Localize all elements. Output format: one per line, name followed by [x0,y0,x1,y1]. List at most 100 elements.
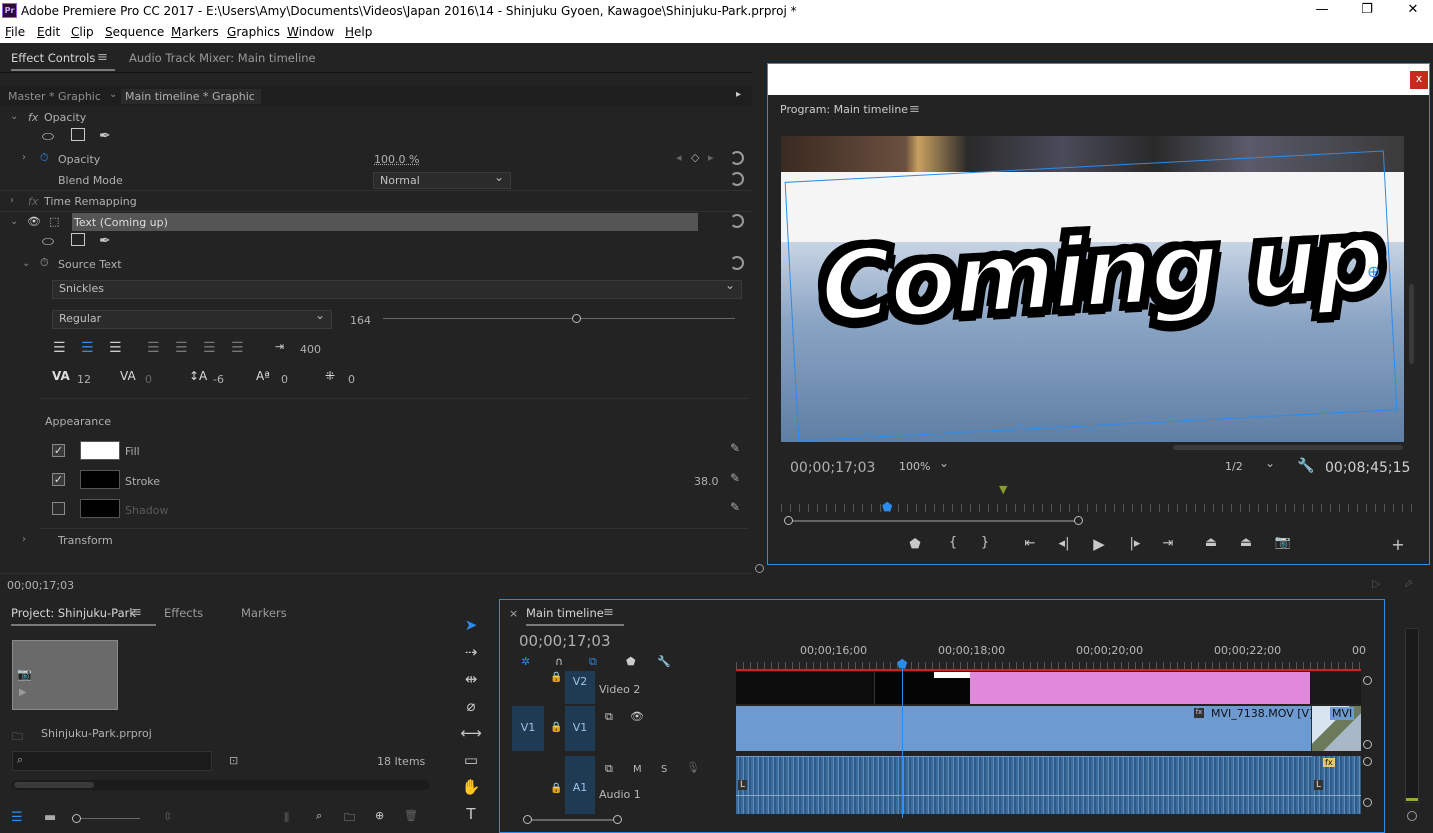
pen-tool-icon[interactable]: ▭ [459,751,483,773]
justify-all-icon[interactable]: ☰ [231,340,244,356]
fill-color-swatch[interactable] [80,441,120,460]
find-icon[interactable]: ⌕ [316,809,322,823]
menu-window[interactable]: Window [287,25,334,39]
zoom-dropdown[interactable]: 100% [892,456,956,475]
panel-menu-icon[interactable]: ≡ [97,50,108,65]
align-right-icon[interactable]: ☰ [109,340,122,356]
thumbnail-size-slider[interactable] [72,818,140,819]
slip-tool-icon[interactable]: ⟷ [459,724,483,746]
toggle-sync-lock-icon[interactable]: ⧉ [605,710,613,724]
leading-value[interactable]: -6 [213,373,224,386]
timeline-zoom-right[interactable] [613,815,622,824]
selection-tool-icon[interactable]: ➤ [459,616,483,638]
reset-source-text-icon[interactable] [730,256,744,270]
mark-out-button[interactable]: } [975,535,995,550]
font-family-dropdown[interactable]: Snickles [52,278,742,299]
font-size-value[interactable]: 164 [350,314,371,327]
tab-markers[interactable]: Markers [241,606,287,620]
menu-help[interactable]: Help [345,25,372,39]
shadow-color-swatch[interactable] [80,499,120,518]
track-height-handle[interactable] [1363,757,1372,766]
toggle-track-output-icon[interactable]: 👁 [630,710,644,723]
zoom-bar[interactable] [787,520,1079,522]
ellipse-mask-icon[interactable]: ⬭ [42,234,54,250]
collapse-text-layer-icon[interactable]: ⌄ [10,216,18,227]
type-tool-icon[interactable]: T [459,805,483,827]
nest-icon[interactable]: ✲ [521,655,530,668]
add-keyframe-icon[interactable]: ◇ [691,151,699,164]
linked-selection-icon[interactable]: ⧉ [589,655,597,669]
floating-title-bar[interactable] [768,64,1429,95]
program-timecode[interactable]: 00;00;17;03 [790,460,875,476]
track-height-handle[interactable] [1363,676,1372,685]
next-keyframe-icon[interactable]: ▸ [708,151,714,164]
blend-mode-dropdown[interactable]: Normal [373,170,511,189]
zoom-bar-right-handle[interactable] [1074,516,1083,525]
tsume-value[interactable]: 0 [348,373,355,386]
sync-lock-icon[interactable]: ⧉ [605,762,613,776]
settings-wrench-icon[interactable]: 🔧 [1297,458,1314,474]
add-marker-icon[interactable]: ⬟ [626,655,636,668]
expand-opacity-icon[interactable]: › [22,152,26,163]
zoom-bar-left-handle[interactable] [784,516,793,525]
justify-right-icon[interactable]: ☰ [203,340,216,356]
tab-effect-controls[interactable]: Effect Controls [11,51,116,71]
track-height-handle[interactable] [1363,740,1372,749]
thumbnail-size-thumb[interactable] [72,814,81,823]
resolution-dropdown[interactable]: 1/2 [1218,456,1282,475]
track-height-handle[interactable] [1363,798,1372,807]
razor-tool-icon[interactable]: ⌀ [459,697,483,719]
close-floating-button[interactable]: x [1410,71,1428,89]
meter-solo-icon[interactable] [1407,811,1417,821]
stroke-eyedropper-icon[interactable]: ✎ [730,471,744,485]
source-dropdown-icon[interactable]: ⌄ [109,89,117,100]
shadow-eyedropper-icon[interactable]: ✎ [730,500,744,514]
hand-tool-icon[interactable]: ✋ [459,778,483,800]
step-back-button[interactable]: ◂| [1054,536,1074,551]
menu-edit[interactable]: Edit [37,25,60,39]
source-master-label[interactable]: Master * Graphic [8,90,101,103]
v1-target[interactable]: V1 [565,706,595,751]
font-size-slider-track[interactable] [383,318,735,319]
add-marker-button[interactable]: ⬟ [905,537,925,552]
icon-view-icon[interactable]: ▬ [44,810,56,825]
fill-checkbox[interactable]: ✓ [52,444,65,457]
kerning-value[interactable]: 12 [77,373,91,386]
lock-icon[interactable]: 🔒 [550,722,562,733]
align-center-icon[interactable]: ☰ [81,340,94,356]
a1-target[interactable]: A1 [565,756,595,814]
font-size-slider-thumb[interactable] [571,314,581,323]
new-bin-from-search-icon[interactable]: ⊡ [229,754,238,767]
collapse-source-text-icon[interactable]: ⌄ [22,258,30,269]
expand-timeline-icon[interactable]: ▸ [736,89,741,100]
program-menu-icon[interactable]: ≡ [909,102,920,117]
stopwatch-icon[interactable]: ⏱ [40,256,49,270]
program-export-icon[interactable]: ⬀ [1404,577,1413,590]
baseline-value[interactable]: 0 [281,373,288,386]
list-view-icon[interactable]: ☰ [11,810,23,825]
justify-left-icon[interactable]: ☰ [147,340,160,356]
menu-sequence[interactable]: Sequence [105,25,164,39]
playhead-line[interactable] [902,668,903,818]
work-area-bar[interactable] [736,669,1361,671]
mark-in-button[interactable]: { [943,535,963,550]
sort-icon[interactable]: ⇳ [163,810,172,823]
shadow-checkbox[interactable] [52,502,65,515]
mute-button[interactable]: M [633,764,642,775]
a1-audio-clip[interactable] [736,756,1312,814]
step-forward-button[interactable]: |▸ [1125,536,1145,551]
menu-markers[interactable]: Markers [171,25,219,39]
play-preview-icon[interactable]: ▶ [19,687,27,698]
timeline-timecode[interactable]: 00;00;17;03 [519,632,611,650]
stroke-color-swatch[interactable] [80,470,120,489]
reset-opacity-icon[interactable] [730,151,744,165]
project-menu-icon[interactable]: ≡ [131,605,142,620]
tab-project[interactable]: Project: Shinjuku-Park [11,606,157,626]
lift-button[interactable]: ⏏ [1201,535,1221,550]
minimize-button[interactable]: — [1312,2,1332,20]
v2-target[interactable]: V2 [565,671,595,704]
rectangle-mask-icon[interactable] [71,233,85,246]
export-frame-button[interactable]: 📷 [1273,535,1293,550]
anchor-crosshair-icon[interactable]: ⊕ [1367,262,1380,281]
stroke-width-value[interactable]: 38.0 [694,475,719,488]
